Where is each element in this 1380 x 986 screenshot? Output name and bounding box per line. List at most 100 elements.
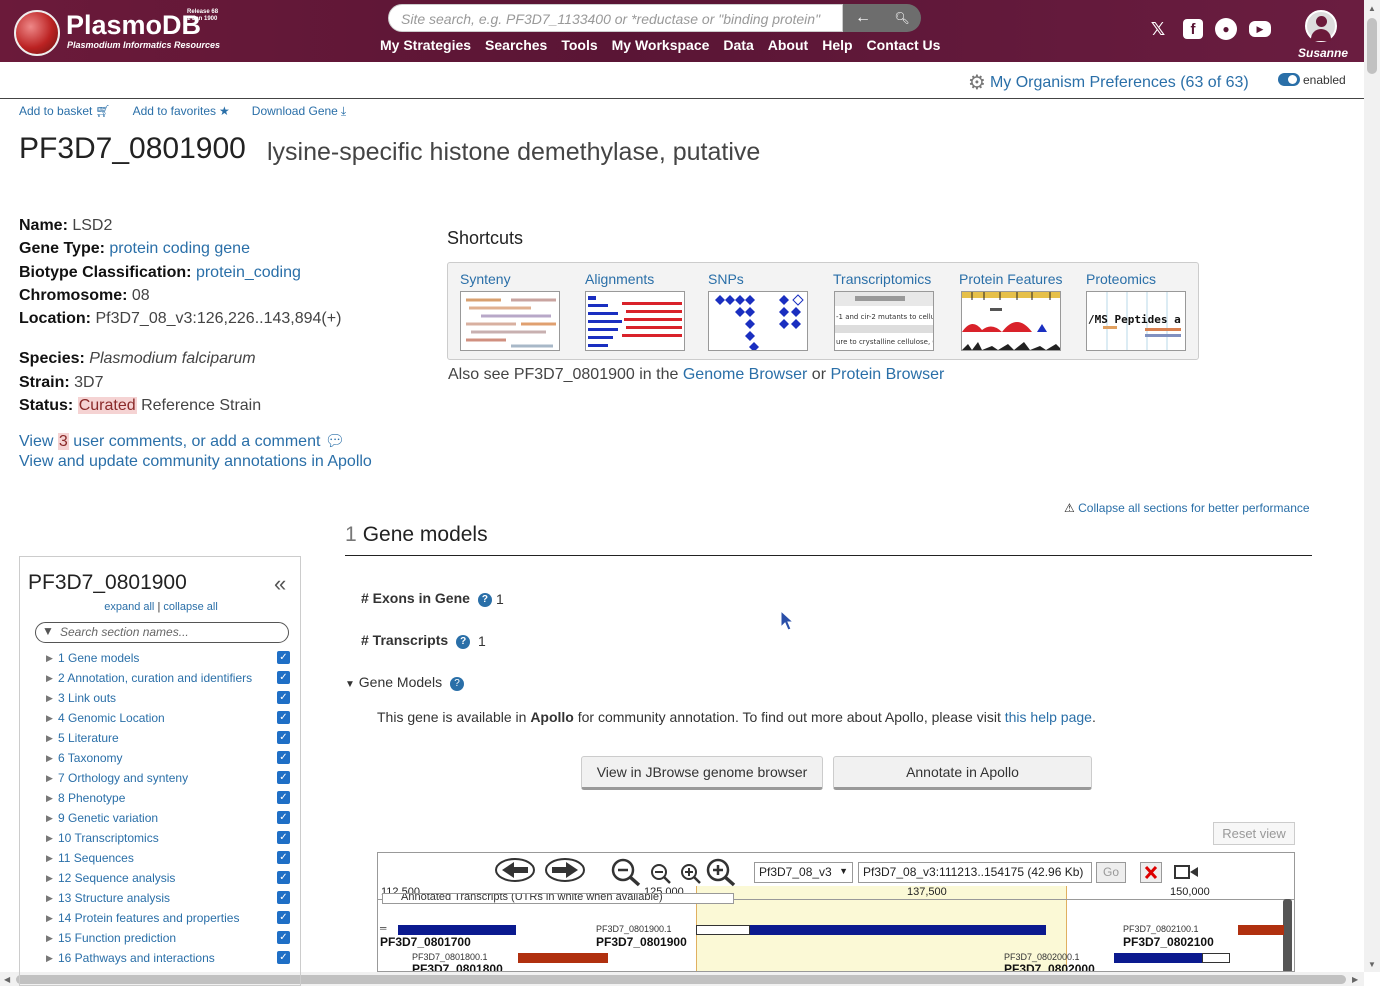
shortcut-alignments-label[interactable]: Alignments — [585, 271, 654, 287]
expand-triangle-icon[interactable]: ▶ — [46, 688, 53, 708]
sidebar-item-sequences[interactable]: ▶ 11 Sequences ✓ — [46, 848, 296, 868]
user-name[interactable]: Susanne — [1298, 46, 1348, 60]
gene-feature-bar[interactable] — [398, 925, 516, 935]
shortcut-transcriptomics-label[interactable]: Transcriptomics — [833, 271, 931, 287]
pan-left-icon[interactable] — [494, 857, 536, 889]
expand-triangle-icon[interactable]: ▶ — [46, 648, 53, 668]
expand-triangle-icon[interactable]: ▶ — [46, 768, 53, 788]
gene-type-link[interactable]: protein coding gene — [109, 240, 250, 257]
collapse-all-sections-link[interactable]: ⚠ Collapse all sections for better perfo… — [1064, 501, 1310, 515]
expand-triangle-icon[interactable]: ▶ — [46, 788, 53, 808]
sidebar-collapse-icon[interactable]: « — [274, 571, 286, 597]
expand-triangle-icon[interactable]: ▶ — [46, 868, 53, 888]
pan-right-icon[interactable] — [544, 857, 586, 889]
shortcut-protein-features-label[interactable]: Protein Features — [959, 271, 1063, 287]
collapse-all-link[interactable]: collapse all — [163, 601, 217, 613]
snps-thumbnail[interactable] — [708, 291, 808, 351]
section-checkbox[interactable]: ✓ — [277, 771, 290, 784]
section-checkbox[interactable]: ✓ — [277, 751, 290, 764]
expand-triangle-icon[interactable]: ▶ — [46, 948, 53, 968]
reddit-icon[interactable]: ● — [1215, 18, 1237, 40]
expand-triangle-icon[interactable]: ▶ — [46, 808, 53, 828]
sidebar-item-gene-models[interactable]: ▶ 1 Gene models ✓ — [46, 648, 296, 668]
search-back-button[interactable]: ← — [843, 4, 883, 32]
utr-bar[interactable] — [696, 925, 750, 935]
scroll-right-arrow-icon[interactable]: ▶ — [1352, 975, 1358, 984]
sidebar-item-annotation[interactable]: ▶ 2 Annotation, curation and identifiers ✓ — [46, 668, 296, 688]
nav-my-strategies[interactable]: My Strategies — [380, 37, 471, 55]
expand-triangle-icon[interactable]: ▶ — [46, 928, 53, 948]
section-checkbox[interactable]: ✓ — [277, 911, 290, 924]
sidebar-item-pathways[interactable]: ▶ 16 Pathways and interactions ✓ — [46, 948, 296, 968]
sidebar-item-link-outs[interactable]: ▶ 3 Link outs ✓ — [46, 688, 296, 708]
nav-about[interactable]: About — [768, 37, 808, 55]
section-checkbox[interactable]: ✓ — [277, 951, 290, 964]
x-icon[interactable]: 𝕏 — [1145, 16, 1171, 42]
section-checkbox[interactable]: ✓ — [277, 931, 290, 944]
section-checkbox[interactable]: ✓ — [277, 711, 290, 724]
apollo-help-link[interactable]: this help page — [1005, 709, 1092, 725]
utr-bar[interactable] — [1202, 953, 1230, 963]
view-in-jbrowse-button[interactable]: View in JBrowse genome browser — [581, 756, 823, 790]
site-search-input[interactable]: Site search, e.g. PF3D7_1133400 or *redu… — [388, 4, 843, 32]
section-checkbox[interactable]: ✓ — [277, 671, 290, 684]
annotate-in-apollo-button[interactable]: Annotate in Apollo — [833, 756, 1092, 790]
facebook-icon[interactable]: f — [1183, 19, 1203, 39]
help-icon[interactable]: ? — [477, 593, 492, 607]
jbrowse-viewer[interactable]: Pf3D7_08_v3 ▼ Pf3D7_08_v3:111213..154175 … — [377, 852, 1295, 972]
expand-triangle-icon[interactable]: ▶ — [46, 708, 53, 728]
expand-triangle-icon[interactable]: ▶ — [46, 728, 53, 748]
track-label[interactable]: Annotated Transcripts (UTRs in white whe… — [382, 893, 734, 904]
gene-feature-bar[interactable] — [518, 953, 608, 963]
gene-label[interactable]: PF3D7_0802100 — [1123, 935, 1214, 949]
protein-features-thumbnail[interactable] — [961, 291, 1061, 351]
transcriptomics-thumbnail[interactable]: -1 and cir-2 mutants to cellulos ure to … — [834, 291, 934, 351]
sidebar-item-function-prediction[interactable]: ▶ 15 Function prediction ✓ — [46, 928, 296, 948]
clear-highlight-icon[interactable] — [1140, 862, 1162, 883]
sidebar-item-transcriptomics[interactable]: ▶ 10 Transcriptomics ✓ — [46, 828, 296, 848]
nav-searches[interactable]: Searches — [485, 37, 547, 55]
add-to-favorites-link[interactable]: Add to favorites ★ — [133, 104, 230, 119]
help-icon[interactable]: ? — [456, 635, 471, 649]
download-gene-link[interactable]: Download Gene ⤓ — [252, 104, 346, 119]
expand-triangle-icon[interactable]: ▶ — [46, 828, 53, 848]
proteomics-thumbnail[interactable]: /MS Peptides a — [1086, 291, 1186, 351]
sidebar-item-taxonomy[interactable]: ▶ 6 Taxonomy ✓ — [46, 748, 296, 768]
section-checkbox[interactable]: ✓ — [277, 791, 290, 804]
section-checkbox[interactable]: ✓ — [277, 651, 290, 664]
section-heading[interactable]: 1 Gene models — [345, 523, 488, 547]
synteny-thumbnail[interactable] — [460, 291, 560, 351]
organism-filter-toggle[interactable] — [1278, 73, 1300, 86]
gene-label[interactable]: PF3D7_0801800 — [412, 962, 503, 971]
gene-feature-bar[interactable] — [1114, 953, 1202, 963]
genome-browser-link[interactable]: Genome Browser — [683, 366, 808, 383]
scroll-down-arrow-icon[interactable]: ▼ — [1368, 960, 1376, 969]
track-scrollbar[interactable] — [1283, 899, 1292, 971]
apollo-annotations-link[interactable]: View and update community annotations in… — [19, 452, 372, 472]
nav-data[interactable]: Data — [723, 37, 753, 55]
gene-label[interactable]: PF3D7_0801900 — [596, 935, 687, 949]
shortcut-synteny-label[interactable]: Synteny — [460, 271, 511, 287]
sidebar-item-literature[interactable]: ▶ 5 Literature ✓ — [46, 728, 296, 748]
sidebar-item-orthology[interactable]: ▶ 7 Orthology and synteny ✓ — [46, 768, 296, 788]
reference-sequence-select[interactable]: Pf3D7_08_v3 ▼ — [754, 862, 853, 883]
gene-feature-bar-selected[interactable] — [750, 925, 1046, 935]
protein-browser-link[interactable]: Protein Browser — [830, 366, 944, 383]
sidebar-item-sequence-analysis[interactable]: ▶ 12 Sequence analysis ✓ — [46, 868, 296, 888]
section-checkbox[interactable]: ✓ — [277, 731, 290, 744]
organism-preferences-link[interactable]: ⚙ My Organism Preferences (63 of 63) — [968, 70, 1249, 95]
location-input[interactable]: Pf3D7_08_v3:111213..154175 (42.96 Kb) — [858, 862, 1092, 883]
sidebar-item-protein-features[interactable]: ▶ 14 Protein features and properties ✓ — [46, 908, 296, 928]
plasmodb-logo[interactable]: PlasmoDB Release 68 1 Jan 1900 Plasmodiu… — [14, 8, 224, 56]
alignments-thumbnail[interactable] — [585, 291, 685, 351]
section-checkbox[interactable]: ✓ — [277, 851, 290, 864]
expand-triangle-icon[interactable]: ▶ — [46, 908, 53, 928]
sidebar-item-phenotype[interactable]: ▶ 8 Phenotype ✓ — [46, 788, 296, 808]
section-checkbox[interactable]: ✓ — [277, 691, 290, 704]
scroll-left-arrow-icon[interactable]: ◀ — [4, 975, 10, 984]
scroll-up-arrow-icon[interactable]: ▲ — [1368, 4, 1376, 13]
shortcut-snps-label[interactable]: SNPs — [708, 271, 744, 287]
go-button[interactable]: Go — [1096, 862, 1126, 883]
expand-triangle-icon[interactable]: ▶ — [46, 848, 53, 868]
expand-triangle-icon[interactable]: ▶ — [46, 748, 53, 768]
